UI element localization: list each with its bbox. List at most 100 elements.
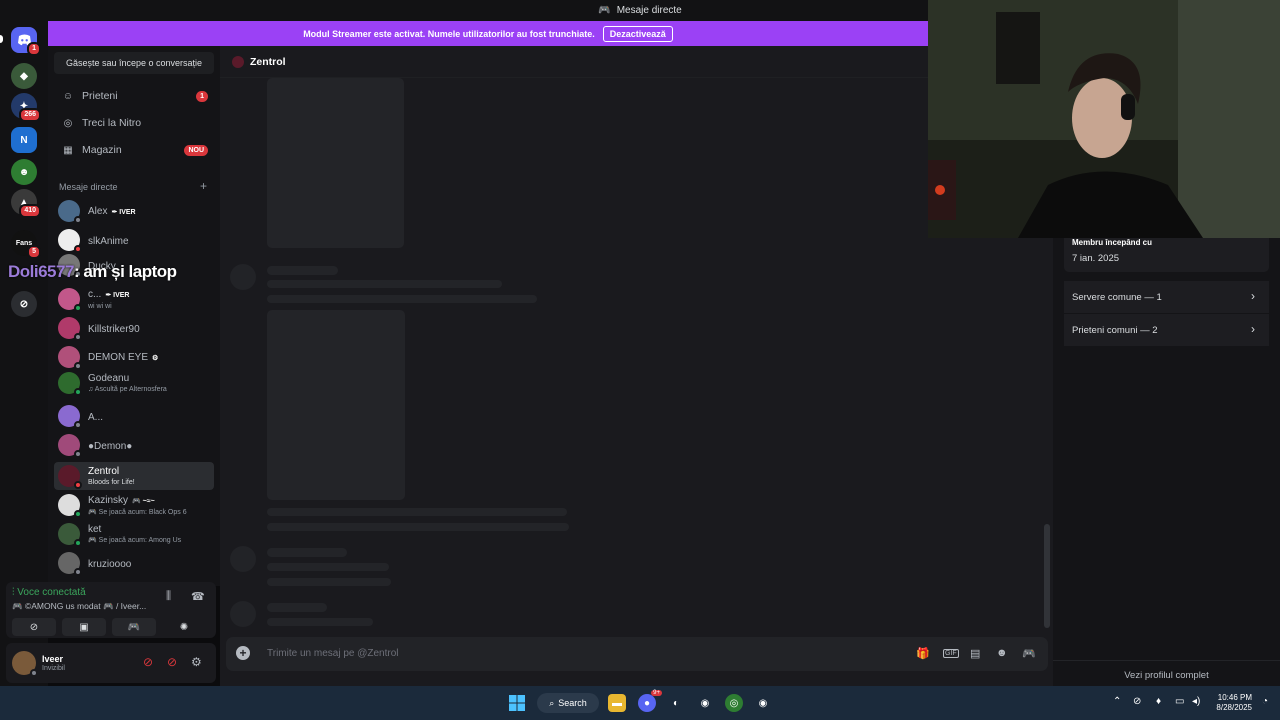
server-fans[interactable]: Fans 5 [11, 230, 41, 259]
taskbar-search[interactable]: ⌕ Search [537, 693, 599, 713]
noise-suppression-icon[interactable]: ⫼ [166, 590, 171, 603]
clock[interactable]: 10:46 PM 8/28/2025 [1208, 693, 1252, 713]
app-window: 🎮 Mesaje directe 1 ◆ ✦ 266 N ☻ ▲ 410 Fans 5… [0, 0, 1280, 720]
dm-name-line: Killstriker90 [88, 322, 140, 335]
status-indicator [74, 333, 82, 341]
server-rooster[interactable]: ▲ 410 [11, 189, 41, 218]
dm-name: Alex [88, 206, 108, 217]
sticker-icon[interactable]: ▤ [970, 647, 980, 660]
avatar[interactable] [12, 651, 38, 677]
dm-name: ●Demon● [88, 440, 133, 452]
add-dm-button[interactable]: + [200, 180, 207, 192]
disconnect-icon[interactable]: ☎ [191, 590, 205, 603]
member-since-label: Membru începând cu [1072, 238, 1153, 247]
screen-share-icon: ▣ [79, 621, 89, 633]
gift-icon[interactable]: 🎁 [916, 647, 930, 660]
member-since-card: Membru începând cu 7 ian. 2025 [1064, 232, 1269, 272]
mutual-friends-row[interactable]: Prieteni comuni — 2 › [1064, 314, 1269, 346]
gif-icon[interactable]: GIF [943, 649, 959, 658]
nav-shop[interactable]: ▦ Magazin NOU [54, 138, 214, 162]
screen-share-button[interactable]: ▣ [62, 618, 106, 636]
skeleton-line [267, 295, 537, 303]
server-3[interactable]: ✦ 266 [11, 93, 41, 122]
stream-chat-overlay: Doli6577: am și laptop [8, 262, 177, 282]
soundboard-button[interactable]: ✺ [162, 618, 206, 636]
mic-muted-icon[interactable]: ⊘ [143, 655, 153, 669]
dm-activity: 🎮 Se joacă acum: Black Ops 6 [88, 508, 187, 516]
n-icon: N [20, 134, 28, 146]
dm-activity: wi wi wi [88, 302, 112, 310]
dm-activity: Bloods for Life! [88, 479, 135, 486]
chrome-icon: ◎ [729, 697, 739, 709]
steam-button-2[interactable]: ◉ [754, 694, 772, 712]
disable-streamer-button[interactable]: Dezactivează [602, 25, 673, 42]
avatar [58, 229, 82, 253]
server-green[interactable]: ☻ [11, 159, 37, 185]
skeleton-attachment [267, 78, 404, 248]
mic-icon[interactable]: ♦ [1156, 696, 1161, 707]
dm-item[interactable]: A... [54, 402, 214, 430]
steam-button[interactable]: ◉ [696, 694, 714, 712]
dm-item[interactable]: Kazinsky 🎮 ~≈~ 🎮 Se joacă acum: Black Ops … [54, 491, 214, 519]
activity-button[interactable]: 🎮 [112, 618, 156, 636]
dm-item[interactable]: ●Demon● [54, 431, 214, 459]
dm-item[interactable]: DEMON EYE ⚙ [54, 343, 214, 371]
server-n[interactable]: N [11, 127, 37, 153]
clock-time: 10:46 PM [1217, 693, 1252, 702]
chevron-up-icon[interactable]: ⌃ [1113, 696, 1121, 707]
dm-item[interactable]: Killstriker90 [54, 314, 214, 342]
notification-badge: 9+ [651, 690, 662, 696]
settings-gear-icon[interactable]: ⚙ [191, 655, 202, 669]
server-game[interactable]: ◆ [11, 63, 37, 89]
network-off-icon[interactable]: ⊘ [1133, 696, 1141, 707]
dm-name-line: Alex ✒ IVER [88, 204, 136, 218]
dm-item[interactable]: slkAnime [54, 226, 214, 254]
dm-name-line: ●Demon● [88, 439, 132, 452]
discord-taskbar-button[interactable]: ● 9+ [638, 690, 662, 712]
home-button[interactable]: 1 [11, 27, 41, 56]
friends-icon: ☺ [62, 90, 74, 102]
nav-nitro[interactable]: ◎ Treci la Nitro [54, 111, 214, 135]
discover-icon: ⊘ [19, 298, 29, 310]
nav-friends[interactable]: ☺ Prieteni 1 [54, 84, 214, 108]
camera-off-button[interactable]: ⊘ [12, 618, 56, 636]
emoji-icon[interactable]: ☻ [996, 647, 1008, 659]
dm-item[interactable]: c... ✒ IVER wi wi wi [54, 285, 214, 313]
notification-bell-icon[interactable]: ◔ [1262, 696, 1268, 707]
skeleton-line [267, 523, 569, 531]
status-indicator [74, 421, 82, 429]
display-icon[interactable]: ▭ [1175, 696, 1184, 707]
file-explorer-button[interactable]: ▬ [608, 694, 626, 712]
nav-label: Treci la Nitro [82, 117, 142, 129]
start-button[interactable] [508, 694, 526, 712]
dm-item[interactable]: ket 🎮 Se joacă acum: Among Us [54, 520, 214, 548]
dm-item[interactable]: Alex ✒ IVER [54, 197, 214, 225]
add-attachment-button[interactable]: + [236, 646, 250, 660]
dm-name: Godeanu [88, 373, 130, 384]
search-label: Search [558, 698, 587, 708]
dm-name-line: kruzioooo [88, 557, 131, 570]
discover-button[interactable]: ⊘ [11, 291, 37, 317]
mutual-servers-row[interactable]: Servere comune — 1 › [1064, 281, 1269, 313]
user-panel: Iveer Invizibil ⊘ ⊘ ⚙ [6, 643, 216, 683]
view-full-profile-link[interactable]: Vezi profilul complet [1053, 660, 1280, 686]
chrome-button[interactable]: ◎ [725, 694, 743, 712]
steam-icon: ◉ [700, 697, 710, 709]
nitro-icon: ◎ [63, 117, 73, 129]
dm-item[interactable]: Godeanu ♫ Ascultă pe Alternosfera [54, 369, 214, 397]
deafen-icon[interactable]: ⊘ [167, 655, 177, 669]
chat-recipient-name[interactable]: Zentrol [250, 56, 286, 68]
app-button[interactable]: ◐ [667, 694, 685, 712]
dm-item[interactable]: kruzioooo [54, 549, 214, 577]
dm-name: kruzioooo [88, 558, 132, 570]
volume-icon[interactable]: ◂) [1192, 696, 1200, 707]
chat-scrollbar[interactable] [1044, 524, 1050, 628]
dm-text: Zentrol Bloods for Life! [88, 464, 135, 488]
avatar [58, 288, 82, 312]
message-input[interactable]: Trimite un mesaj pe @Zentrol [267, 648, 399, 659]
dm-name-line: Godeanu [88, 371, 167, 384]
dm-item[interactable]: Zentrol Bloods for Life! [54, 462, 214, 490]
find-conversation-button[interactable]: Găsește sau începe o conversație [54, 52, 214, 74]
apps-icon[interactable]: 🎮 [1022, 647, 1036, 660]
dm-tag: 🎮 ~≈~ [132, 497, 155, 505]
